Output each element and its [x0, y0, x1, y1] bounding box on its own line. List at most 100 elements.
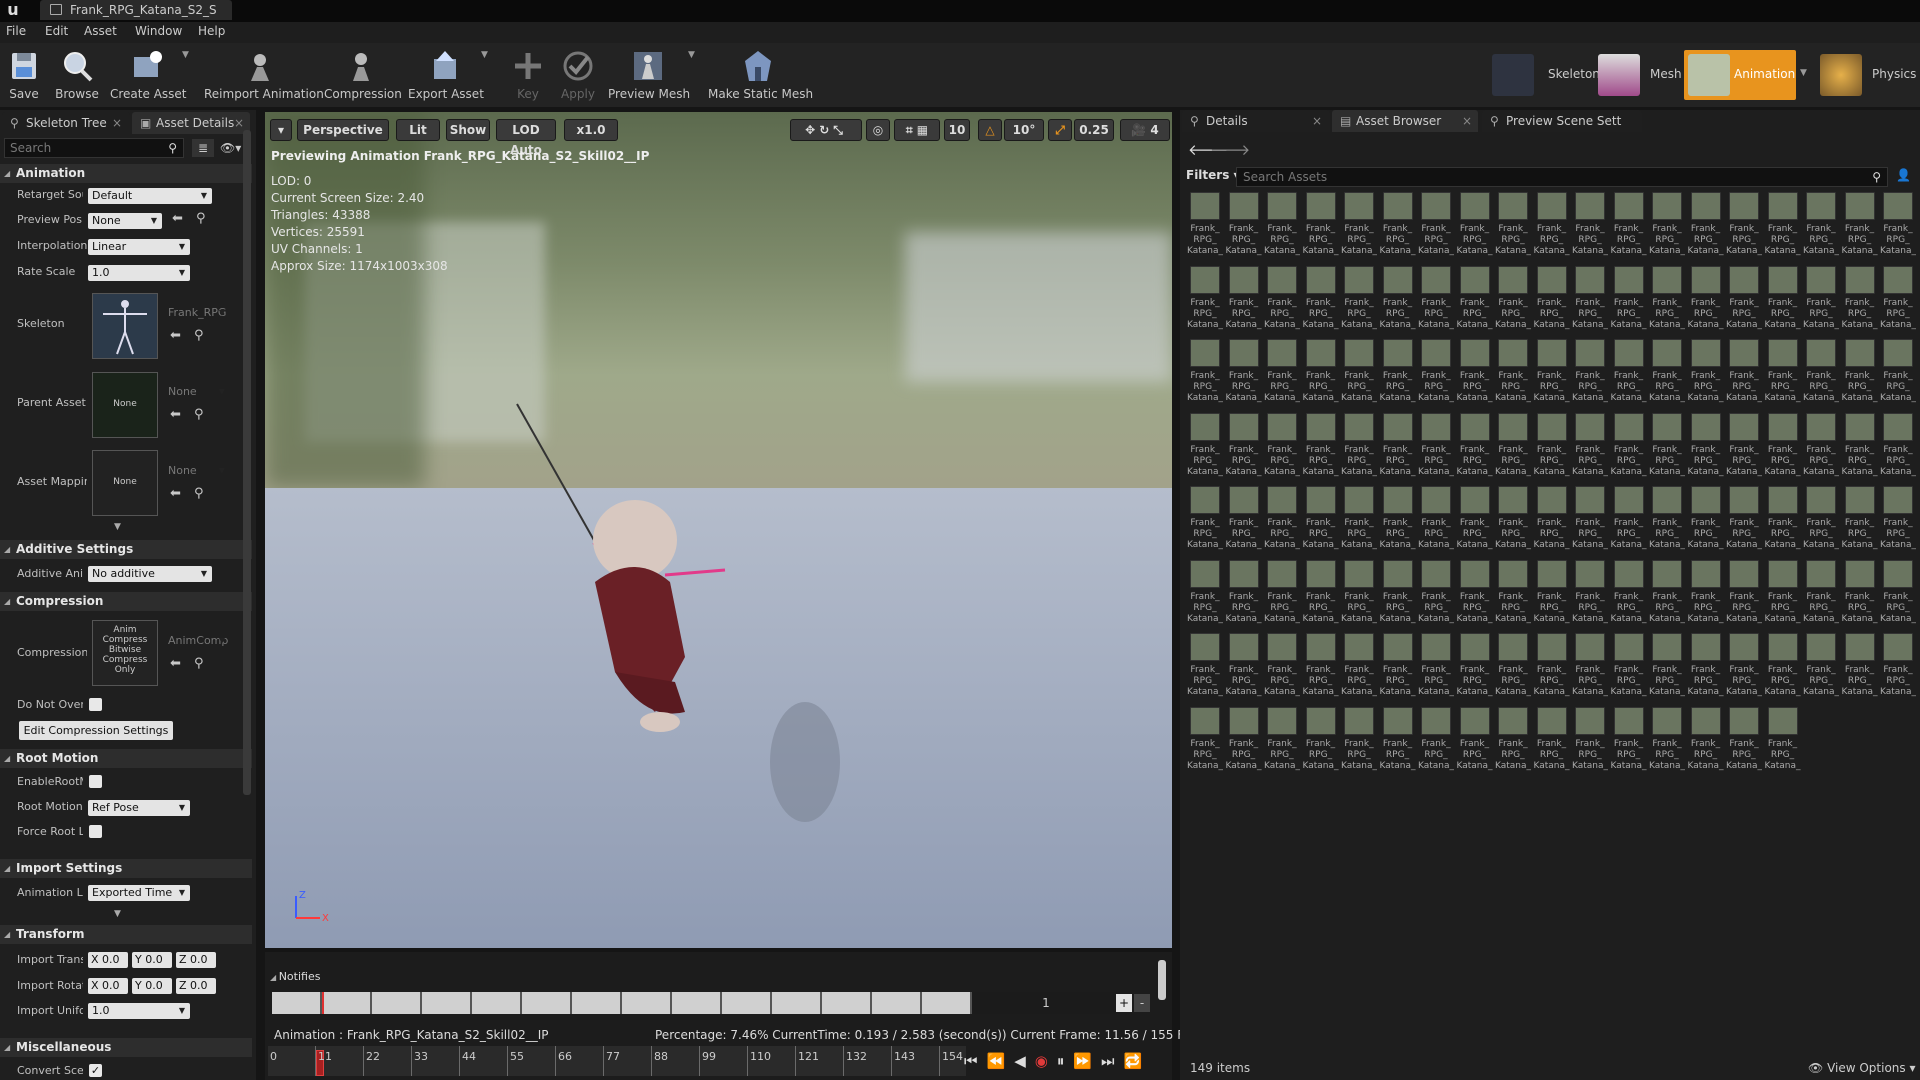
- remove-track-button[interactable]: -: [1134, 994, 1150, 1012]
- asset-tile[interactable]: [1190, 486, 1220, 514]
- asset-tile[interactable]: [1536, 412, 1567, 441]
- parent-asset-dropdown[interactable]: None: [164, 384, 230, 400]
- forward-arrow-icon[interactable]: 🡒: [1210, 140, 1250, 159]
- asset-tile[interactable]: [1421, 559, 1451, 588]
- retarget-source-dropdown[interactable]: Default: [88, 188, 212, 204]
- asset-tile[interactable]: [1613, 412, 1644, 441]
- asset-tile[interactable]: [1267, 486, 1297, 514]
- asset-tile[interactable]: [1267, 633, 1297, 661]
- asset-tile[interactable]: [1767, 265, 1798, 294]
- notify-track[interactable]: [272, 992, 972, 1014]
- compression-thumbnail[interactable]: Anim Compress Bitwise Compress Only: [92, 620, 158, 686]
- asset-tile[interactable]: [1652, 265, 1682, 294]
- grid-snap-value[interactable]: 10: [944, 119, 970, 141]
- edit-compression-settings-button[interactable]: Edit Compression Settings: [19, 721, 173, 740]
- asset-tile[interactable]: [1883, 412, 1913, 441]
- menu-file[interactable]: File: [6, 24, 26, 38]
- translation-x-field[interactable]: X 0.0: [88, 952, 128, 968]
- asset-tile[interactable]: [1190, 633, 1220, 661]
- asset-tile[interactable]: [1652, 633, 1682, 661]
- lit-button[interactable]: Lit: [396, 119, 440, 141]
- asset-tile[interactable]: [1498, 339, 1528, 367]
- perspective-button[interactable]: Perspective: [297, 119, 389, 141]
- view-options-button[interactable]: 👁 View Options ▾: [1808, 1061, 1916, 1075]
- asset-tile[interactable]: [1883, 339, 1913, 367]
- asset-tile[interactable]: [1729, 265, 1759, 294]
- grid-snap-icon[interactable]: ⌗ ▦: [894, 119, 940, 141]
- section-compression[interactable]: Compression: [0, 592, 252, 611]
- reimport-animation-button[interactable]: Reimport Animation: [204, 45, 324, 105]
- asset-tile[interactable]: [1613, 486, 1644, 514]
- tab-asset-browser[interactable]: ▤ Asset Browser ×: [1332, 110, 1478, 132]
- expand-chevron-down-icon[interactable]: ▼: [114, 909, 121, 919]
- asset-tile[interactable]: [1382, 633, 1413, 661]
- menu-window[interactable]: Window: [135, 24, 182, 38]
- asset-tile[interactable]: [1575, 486, 1605, 514]
- asset-tile[interactable]: [1883, 633, 1913, 661]
- step-back-icon[interactable]: ⏪: [987, 1052, 1015, 1070]
- asset-tile[interactable]: [1806, 265, 1836, 294]
- tab-details[interactable]: ⚲ Details ×: [1182, 110, 1330, 132]
- asset-tile[interactable]: [1344, 633, 1374, 661]
- asset-tile[interactable]: [1729, 412, 1759, 441]
- viewport-options-chevron-down-icon[interactable]: ▾: [270, 119, 292, 141]
- tab-asset-details[interactable]: ▣ Asset Details ×: [132, 112, 250, 134]
- document-tab[interactable]: Frank_RPG_Katana_S2_S: [40, 0, 232, 20]
- browse-search-icon[interactable]: ⚲: [196, 211, 206, 226]
- asset-tile[interactable]: [1267, 265, 1297, 294]
- preview-viewport[interactable]: [265, 112, 1172, 948]
- asset-tile[interactable]: [1228, 412, 1259, 441]
- rotation-snap-icon[interactable]: △: [978, 119, 1002, 141]
- asset-tile[interactable]: [1382, 192, 1413, 220]
- asset-tile[interactable]: [1806, 633, 1836, 661]
- asset-tile[interactable]: [1883, 265, 1913, 294]
- mode-mesh[interactable]: Mesh: [1594, 50, 1682, 100]
- browse-search-icon[interactable]: ⚲: [194, 486, 204, 501]
- asset-tile[interactable]: [1690, 412, 1721, 441]
- asset-tile[interactable]: [1267, 706, 1297, 735]
- asset-tile[interactable]: [1844, 339, 1875, 367]
- asset-tile[interactable]: [1536, 486, 1567, 514]
- asset-tile[interactable]: [1690, 486, 1721, 514]
- section-miscellaneous[interactable]: Miscellaneous: [0, 1038, 252, 1057]
- modes-dropdown-icon[interactable]: ▼: [1800, 68, 1810, 78]
- asset-tile[interactable]: [1459, 706, 1490, 735]
- rotation-y-field[interactable]: Y 0.0: [132, 978, 172, 994]
- section-animation[interactable]: Animation: [0, 164, 252, 183]
- asset-tile[interactable]: [1228, 559, 1259, 588]
- skip-to-end-icon[interactable]: ⏭: [1101, 1052, 1124, 1070]
- asset-tile[interactable]: [1498, 706, 1528, 735]
- use-selected-arrow-icon[interactable]: ⬅: [170, 328, 181, 343]
- preview-mesh-button[interactable]: Preview Mesh: [608, 45, 690, 105]
- asset-tile[interactable]: [1690, 633, 1721, 661]
- asset-tile[interactable]: [1344, 192, 1374, 220]
- root-motion-lock-dropdown[interactable]: Ref Pose: [88, 800, 190, 816]
- asset-tile[interactable]: [1729, 559, 1759, 588]
- asset-tile[interactable]: [1536, 706, 1567, 735]
- asset-tile[interactable]: [1844, 633, 1875, 661]
- menu-asset[interactable]: Asset: [84, 24, 117, 38]
- mode-skeleton[interactable]: Skeleton: [1488, 50, 1602, 100]
- compression-scheme-dropdown[interactable]: AnimComp: [164, 633, 230, 649]
- uniform-scale-field[interactable]: 1.0: [88, 1003, 190, 1019]
- asset-tile[interactable]: [1267, 559, 1297, 588]
- asset-tile[interactable]: [1536, 339, 1567, 367]
- create-asset-dropdown-icon[interactable]: ▼: [182, 50, 192, 60]
- asset-tile[interactable]: [1459, 265, 1490, 294]
- asset-tile[interactable]: [1190, 559, 1220, 588]
- asset-tile[interactable]: [1305, 192, 1336, 220]
- asset-tile[interactable]: [1498, 559, 1528, 588]
- parent-asset-thumbnail[interactable]: None: [92, 372, 158, 438]
- browse-search-icon[interactable]: ⚲: [194, 407, 204, 422]
- mode-animation[interactable]: Animation: [1684, 50, 1796, 100]
- asset-tile[interactable]: [1382, 706, 1413, 735]
- asset-tile[interactable]: [1305, 412, 1336, 441]
- asset-tile[interactable]: [1459, 339, 1490, 367]
- scale-snap-icon[interactable]: ⤢: [1048, 119, 1072, 141]
- mode-physics[interactable]: Physics: [1816, 50, 1920, 100]
- asset-tile[interactable]: [1536, 192, 1567, 220]
- close-icon[interactable]: ×: [1462, 110, 1472, 132]
- asset-tile[interactable]: [1228, 339, 1259, 367]
- browse-search-icon[interactable]: ⚲: [194, 656, 204, 671]
- asset-tile[interactable]: [1305, 633, 1336, 661]
